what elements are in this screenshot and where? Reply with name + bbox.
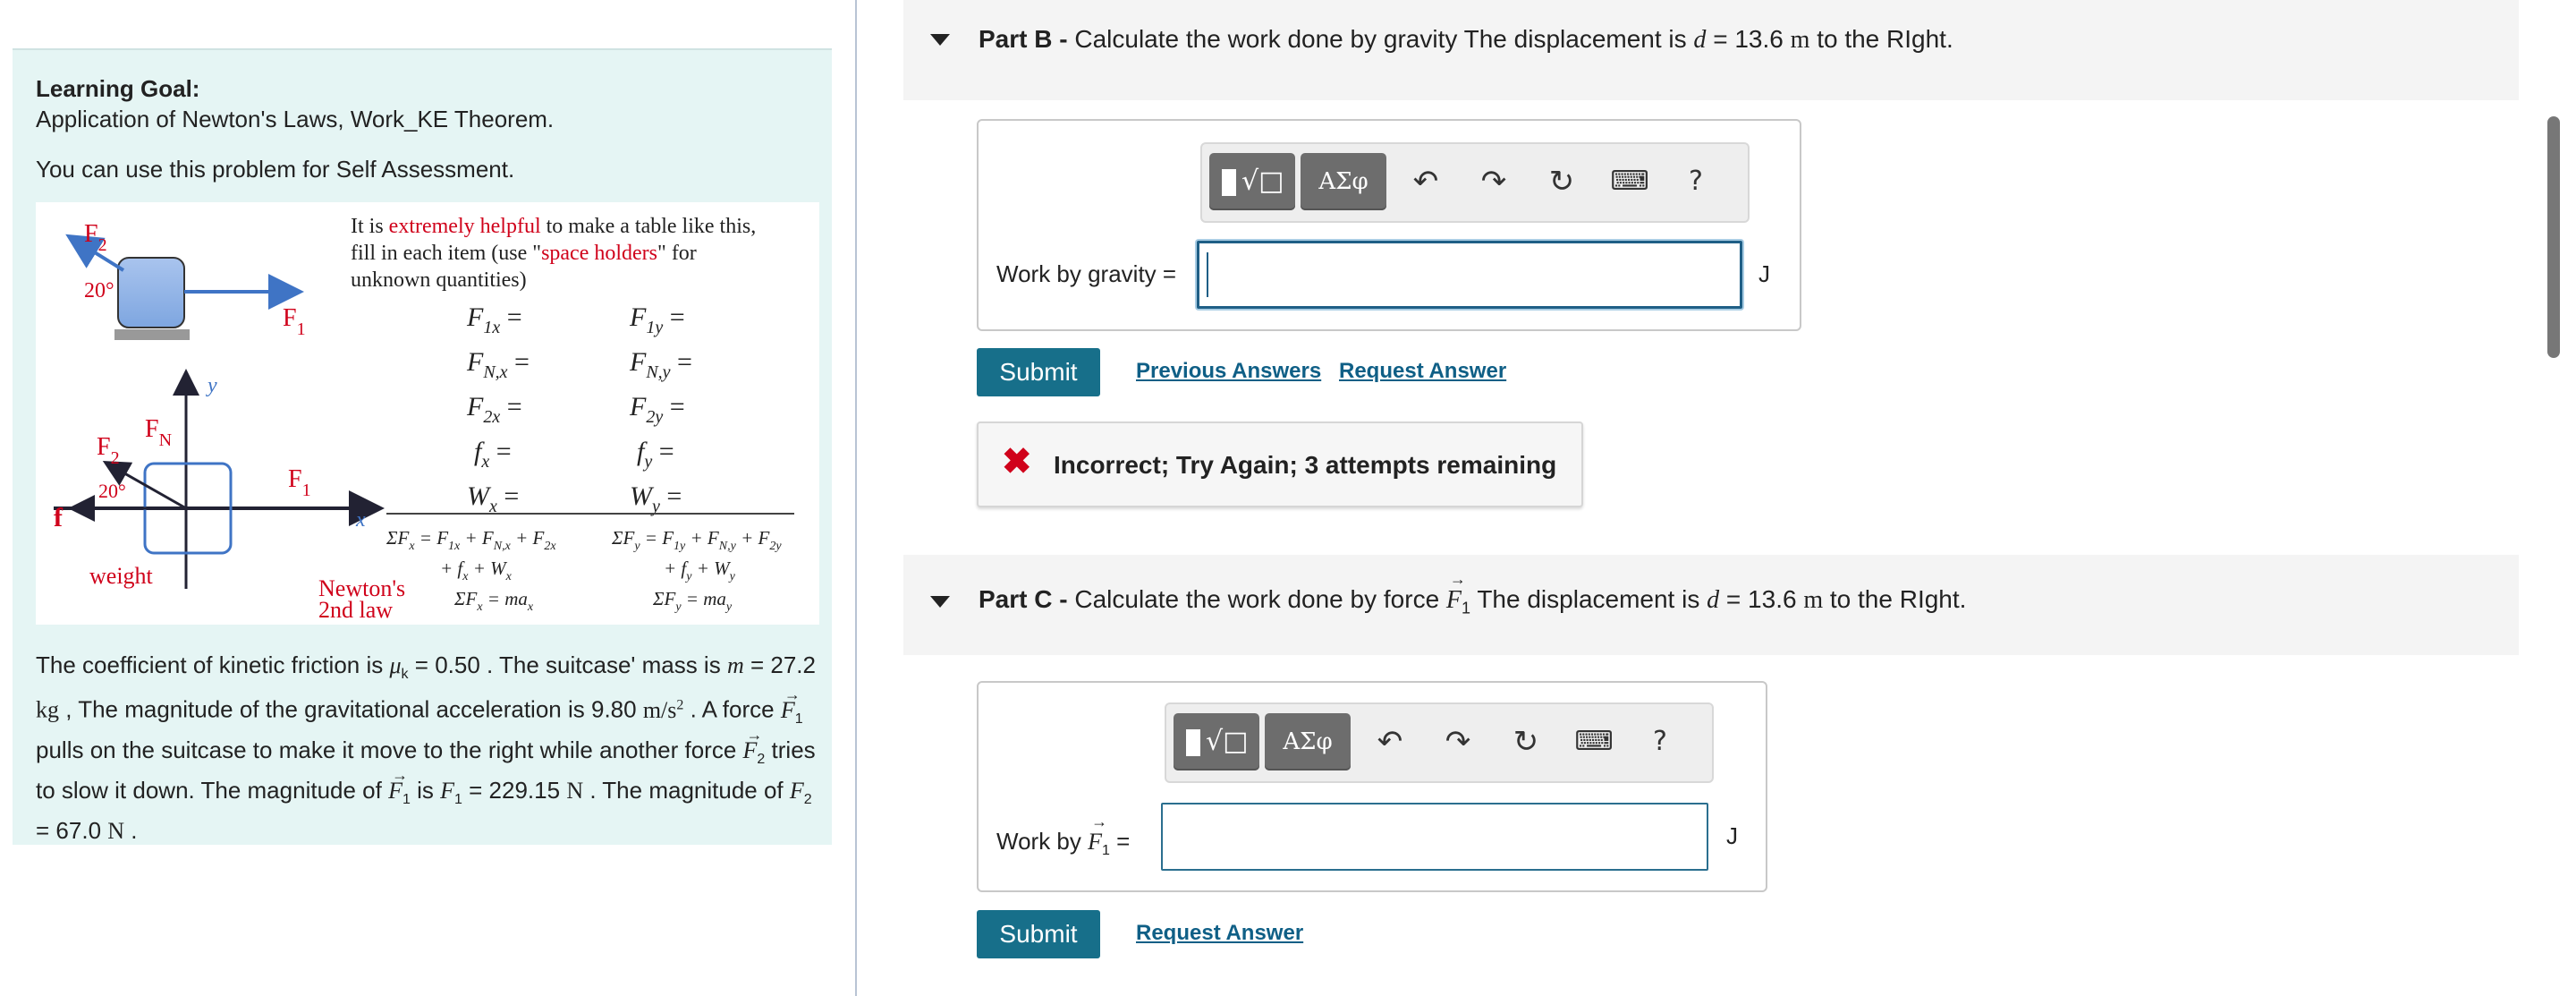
F1-value: 229.15 bbox=[488, 777, 561, 804]
column-divider bbox=[855, 0, 857, 996]
svg-text:FN,y =: FN,y = bbox=[629, 347, 692, 382]
work-by-F1-input[interactable] bbox=[1161, 803, 1708, 871]
svg-text:fx =: fx = bbox=[474, 437, 512, 472]
keyboard-icon[interactable]: ⌨ bbox=[1606, 157, 1653, 207]
partB-question: Part B - Calculate the work done by grav… bbox=[979, 25, 1953, 54]
svg-text:F1y =: F1y = bbox=[629, 302, 685, 337]
F1-label-top: F1 bbox=[283, 304, 306, 339]
work-by-gravity-label: Work by gravity = bbox=[996, 260, 1177, 287]
F2-angle-top: 20° bbox=[84, 279, 114, 302]
svg-text:+ fy + Wy: + fy + Wy bbox=[664, 558, 736, 583]
mass-value: 27.2 bbox=[770, 651, 816, 678]
ground-strip bbox=[114, 329, 190, 340]
request-answer-link[interactable]: Request Answer bbox=[1136, 921, 1303, 946]
request-answer-link[interactable]: Request Answer bbox=[1339, 359, 1506, 384]
feedback-text: Incorrect; Try Again; 3 attempts remaini… bbox=[1054, 451, 1557, 479]
free-body-diagram-figure: 20° F2 F1 y x FN 20° F2 F1 f weight It i… bbox=[36, 202, 819, 625]
undo-icon[interactable]: ↶ bbox=[1367, 717, 1413, 767]
redo-icon[interactable]: ↷ bbox=[1470, 157, 1517, 207]
work-by-gravity-input[interactable] bbox=[1197, 241, 1742, 309]
previous-answers-link[interactable]: Previous Answers bbox=[1136, 359, 1321, 384]
partC-unit: J bbox=[1726, 822, 1738, 849]
component-table: F1x = F1y = FN,x = FN,y = F2x = F2y = fx… bbox=[466, 302, 692, 516]
collapse-triangle-icon[interactable] bbox=[930, 596, 950, 608]
feedback-message: ✖ Incorrect; Try Again; 3 attempts remai… bbox=[977, 421, 1583, 507]
svg-text:ΣFx = max: ΣFx = max bbox=[453, 588, 534, 614]
newtons-law-label-2: 2nd law bbox=[318, 597, 393, 623]
greek-symbols-icon[interactable]: ΑΣφ bbox=[1265, 713, 1351, 770]
note-line-1: It is extremely helpful to make a table … bbox=[351, 215, 756, 238]
y-label: y bbox=[206, 374, 217, 397]
reset-icon[interactable]: ↻ bbox=[1503, 717, 1549, 767]
free-body-diagram: 20° F2 F1 y x FN 20° F2 F1 f weight It i… bbox=[54, 215, 794, 623]
reset-icon[interactable]: ↻ bbox=[1538, 157, 1585, 207]
learning-goal-title: Learning Goal: bbox=[36, 75, 200, 102]
svg-text:F2y =: F2y = bbox=[629, 392, 685, 427]
weight-label: weight bbox=[89, 563, 154, 589]
templates-icon[interactable]: √□ bbox=[1174, 713, 1259, 770]
suitcase-box bbox=[117, 257, 185, 328]
note-line-3: unknown quantities) bbox=[351, 268, 527, 292]
templates-icon[interactable]: √□ bbox=[1209, 153, 1295, 210]
redo-icon[interactable]: ↷ bbox=[1435, 717, 1481, 767]
svg-text:ΣFy = may: ΣFy = may bbox=[652, 588, 733, 614]
learning-goal-subtitle: Application of Newton's Laws, Work_KE Th… bbox=[36, 106, 555, 132]
partC-header[interactable]: Part C - Calculate the work done by forc… bbox=[903, 555, 2519, 655]
friction-label: f bbox=[54, 503, 64, 532]
svg-text:fy =: fy = bbox=[637, 437, 674, 472]
help-icon[interactable]: ? bbox=[1673, 157, 1719, 207]
keyboard-icon[interactable]: ⌨ bbox=[1571, 717, 1617, 767]
math-toolbar: √□ ΑΣφ ↶ ↷ ↻ ⌨ ? bbox=[1165, 702, 1714, 783]
learning-goal-panel: Learning Goal: Application of Newton's L… bbox=[13, 48, 832, 845]
svg-text:FN,x =: FN,x = bbox=[466, 347, 530, 382]
partC-answer-box: √□ ΑΣφ ↶ ↷ ↻ ⌨ ? Work by F1 = J bbox=[977, 681, 1767, 892]
partB-unit: J bbox=[1758, 260, 1770, 287]
svg-text:F1x =: F1x = bbox=[466, 302, 522, 337]
F1-label: F1 bbox=[288, 465, 311, 500]
scrollbar[interactable] bbox=[2547, 116, 2560, 358]
submit-button[interactable]: Submit bbox=[977, 910, 1100, 958]
mu-value: 0.50 bbox=[435, 651, 480, 678]
F2-value: 67.0 bbox=[55, 817, 102, 845]
sum-equations: ΣFx = F1x + FN,x + F2x + fx + Wx ΣFx = m… bbox=[386, 527, 782, 614]
partB-header[interactable]: Part B - Calculate the work done by grav… bbox=[903, 0, 2519, 100]
problem-statement: The coefficient of kinetic friction is μ… bbox=[36, 650, 823, 847]
partC-question: Part C - Calculate the work done by forc… bbox=[979, 570, 1966, 618]
svg-text:+ fx + Wx: + fx + Wx bbox=[440, 558, 513, 583]
work-by-F1-label: Work by F1 = bbox=[996, 813, 1130, 859]
svg-text:ΣFx = F1x + FN,x + F2x: ΣFx = F1x + FN,x + F2x bbox=[386, 527, 556, 553]
submit-button[interactable]: Submit bbox=[977, 348, 1100, 396]
x-label: x bbox=[355, 508, 366, 532]
greek-symbols-icon[interactable]: ΑΣφ bbox=[1301, 153, 1386, 210]
F2-angle: 20° bbox=[98, 480, 126, 502]
mass-unit: kg bbox=[36, 696, 59, 723]
g-value: 9.80 bbox=[590, 695, 637, 723]
svg-text:ΣFy = F1y + FN,y + F2y: ΣFy = F1y + FN,y + F2y bbox=[611, 527, 782, 553]
incorrect-x-icon: ✖ bbox=[1002, 442, 1032, 481]
math-toolbar: √□ ΑΣφ ↶ ↷ ↻ ⌨ ? bbox=[1200, 142, 1750, 223]
svg-text:Wy =: Wy = bbox=[630, 481, 682, 516]
svg-text:F2x =: F2x = bbox=[466, 392, 522, 427]
note-line-2: fill in each item (use "space holders" f… bbox=[351, 242, 697, 265]
partB-answer-box: √□ ΑΣφ ↶ ↷ ↻ ⌨ ? Work by gravity = J bbox=[977, 119, 1801, 331]
self-assessment-note: You can use this problem for Self Assess… bbox=[36, 156, 515, 183]
FN-label: FN bbox=[145, 415, 172, 450]
undo-icon[interactable]: ↶ bbox=[1402, 157, 1449, 207]
collapse-triangle-icon[interactable] bbox=[930, 34, 950, 46]
svg-text:Wx =: Wx = bbox=[467, 481, 519, 516]
help-icon[interactable]: ? bbox=[1637, 717, 1683, 767]
